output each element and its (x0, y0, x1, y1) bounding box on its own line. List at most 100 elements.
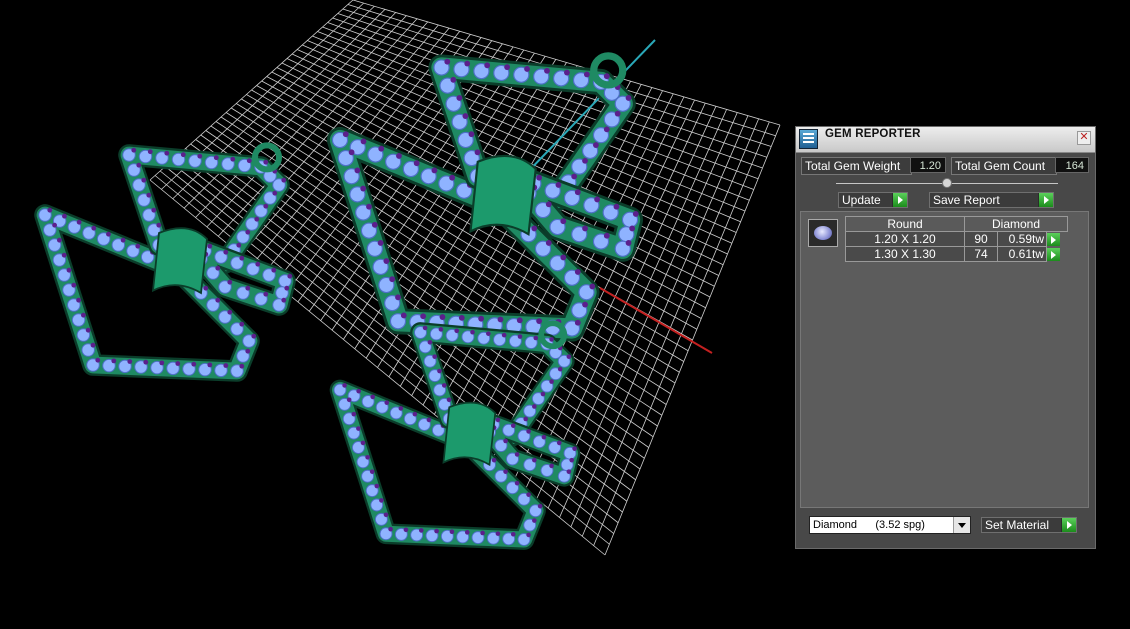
prong (536, 174, 543, 181)
update-button[interactable]: Update (838, 192, 908, 208)
prong (422, 325, 428, 331)
prong (557, 366, 563, 372)
prong (438, 327, 444, 332)
prong (365, 454, 370, 460)
prong (441, 383, 447, 388)
prong (544, 67, 550, 74)
prong (426, 417, 432, 423)
prong (560, 218, 567, 225)
play-arrow-icon (1038, 193, 1053, 207)
prong (574, 319, 581, 326)
total-gem-count-label: Total Gem Count (951, 157, 1057, 175)
prong (549, 337, 554, 342)
prong (449, 529, 455, 535)
pendant-bottom[interactable] (329, 320, 581, 550)
material-select[interactable]: Diamond (3.52 spg) (809, 516, 971, 534)
prong (52, 222, 57, 228)
prong (526, 532, 531, 538)
prong (342, 131, 349, 138)
size-slider-thumb[interactable] (942, 178, 952, 188)
prong (175, 361, 181, 366)
prong (389, 276, 396, 283)
gem-count-cell: 74 (964, 246, 998, 262)
pendant-left[interactable] (34, 142, 296, 382)
gem-weight-cell: 0.61tw (997, 246, 1047, 262)
prong (625, 95, 632, 101)
prong (603, 232, 610, 239)
prong (230, 156, 236, 162)
chevron-down-icon[interactable] (953, 517, 970, 533)
pendant-bottom-center-band (442, 401, 497, 467)
prong (464, 530, 470, 535)
prong (284, 285, 290, 291)
prong (456, 95, 463, 101)
prong (147, 149, 153, 155)
panel-titlebar[interactable]: GEM REPORTER ✕ (796, 127, 1095, 153)
prong (191, 361, 197, 367)
prong (514, 452, 520, 457)
play-arrow-icon (892, 193, 907, 207)
prong (227, 279, 233, 285)
prong (446, 397, 452, 403)
prong (454, 328, 460, 334)
prong (90, 342, 96, 348)
table-row[interactable]: 1.30 X 1.30 74 0.61tw (845, 246, 1068, 262)
row-action-cell[interactable] (1047, 247, 1068, 262)
prong (120, 237, 126, 243)
prong (549, 463, 554, 469)
prong (263, 291, 269, 297)
prong (560, 254, 567, 261)
prong (384, 400, 390, 405)
prong (366, 203, 372, 210)
prong (629, 225, 636, 232)
diamond-gem-icon[interactable] (808, 219, 838, 247)
prong (245, 348, 251, 354)
prong (458, 314, 465, 321)
prong (420, 313, 427, 320)
prong (540, 391, 546, 397)
play-arrow-icon[interactable] (1047, 233, 1060, 247)
prong (556, 440, 562, 446)
row-action-cell[interactable] (1047, 232, 1068, 247)
prong (478, 315, 485, 322)
prong (159, 360, 165, 366)
prong (501, 332, 507, 338)
prong (111, 358, 117, 364)
prong (47, 207, 53, 213)
total-gem-count-value: 164 (1055, 157, 1089, 173)
prong (510, 531, 516, 537)
prong (245, 229, 251, 235)
prong (360, 138, 367, 145)
prong (356, 426, 361, 431)
prong (536, 318, 543, 324)
prong (514, 480, 520, 486)
prong (532, 518, 537, 523)
prong (379, 498, 384, 503)
save-report-button[interactable]: Save Report (929, 192, 1054, 208)
table-row[interactable]: 1.20 X 1.20 90 0.59tw (845, 231, 1068, 247)
prong (164, 150, 170, 156)
prong (462, 113, 469, 119)
total-gem-weight-value: 1.20 (910, 157, 946, 173)
prong (480, 530, 485, 536)
prong (524, 66, 530, 72)
prong (62, 213, 67, 219)
prong (131, 147, 137, 153)
total-gem-weight-label: Total Gem Weight (801, 157, 912, 175)
prong (287, 273, 293, 279)
close-button[interactable]: ✕ (1077, 131, 1091, 145)
set-material-button[interactable]: Set Material (981, 517, 1077, 533)
prong (377, 240, 384, 246)
prong (66, 267, 72, 273)
prong (398, 406, 404, 411)
prong (143, 359, 149, 365)
prong (427, 339, 433, 345)
prong (549, 379, 554, 384)
prong (532, 404, 537, 409)
prong (360, 440, 366, 446)
play-arrow-icon[interactable] (1047, 248, 1060, 262)
gem-size-cell: 1.30 X 1.30 (845, 246, 965, 262)
prong (263, 159, 269, 165)
prong (495, 417, 501, 423)
prong (564, 69, 570, 76)
